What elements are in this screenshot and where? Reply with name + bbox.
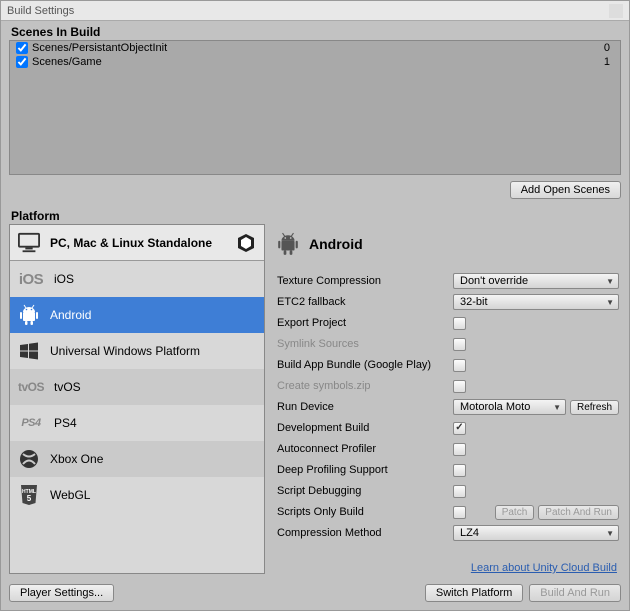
scene-row[interactable]: Scenes/PersistantObjectInit 0 [10, 41, 620, 55]
autoconnect-profiler-checkbox[interactable] [453, 443, 466, 456]
platform-item-label: iOS [54, 272, 256, 286]
platform-item-ios[interactable]: iOS iOS [10, 261, 264, 297]
export-project-label: Export Project [277, 317, 453, 329]
scenes-in-build-label: Scenes In Build [1, 21, 629, 40]
platform-item-xboxone[interactable]: Xbox One [10, 441, 264, 477]
chevron-down-icon: ▼ [606, 529, 614, 538]
build-and-run-button: Build And Run [529, 584, 621, 602]
platform-item-android[interactable]: Android [10, 297, 264, 333]
platform-item-label: tvOS [54, 380, 256, 394]
window-title: Build Settings [7, 5, 74, 17]
tvos-icon: tvOS [18, 380, 44, 394]
platform-label: Platform [1, 205, 629, 224]
scene-path: Scenes/PersistantObjectInit [32, 42, 604, 54]
add-open-scenes-button[interactable]: Add Open Scenes [510, 181, 621, 199]
build-app-bundle-checkbox[interactable] [453, 359, 466, 372]
etc2-fallback-dropdown[interactable]: 32-bit▼ [453, 294, 619, 310]
scene-index: 1 [604, 56, 616, 68]
autoconnect-profiler-label: Autoconnect Profiler [277, 443, 453, 455]
scripts-only-build-checkbox[interactable] [453, 506, 466, 519]
scene-row[interactable]: Scenes/Game 1 [10, 55, 620, 69]
footer: Player Settings... Switch Platform Build… [1, 578, 629, 610]
scene-checkbox[interactable] [16, 56, 28, 68]
scene-checkbox[interactable] [16, 42, 28, 54]
development-build-label: Development Build [277, 422, 453, 434]
platform-item-ps4[interactable]: PS4 PS4 [10, 405, 264, 441]
chevron-down-icon: ▼ [553, 403, 561, 412]
script-debugging-label: Script Debugging [277, 485, 453, 497]
platform-list: PC, Mac & Linux Standalone iOS iOS Andro… [9, 224, 265, 574]
refresh-button[interactable]: Refresh [570, 400, 619, 415]
scripts-only-build-label: Scripts Only Build [277, 506, 453, 518]
platform-details: Android Texture Compression Don't overri… [271, 224, 621, 574]
symlink-sources-checkbox [453, 338, 466, 351]
platform-item-label: Xbox One [50, 452, 256, 466]
html5-icon: HTML5 [18, 484, 40, 506]
windows-icon [18, 340, 40, 362]
platform-item-label: WebGL [50, 488, 256, 502]
chevron-down-icon: ▼ [606, 277, 614, 286]
patch-and-run-button: Patch And Run [538, 505, 619, 520]
deep-profiling-checkbox[interactable] [453, 464, 466, 477]
learn-cloud-build-link[interactable]: Learn about Unity Cloud Build [277, 560, 619, 574]
switch-platform-button[interactable]: Switch Platform [425, 584, 523, 602]
close-icon[interactable] [609, 4, 623, 18]
symlink-sources-label: Symlink Sources [277, 338, 453, 350]
compression-method-dropdown[interactable]: LZ4▼ [453, 525, 619, 541]
texture-compression-label: Texture Compression [277, 275, 453, 287]
build-app-bundle-label: Build App Bundle (Google Play) [277, 359, 453, 371]
export-project-checkbox[interactable] [453, 317, 466, 330]
player-settings-button[interactable]: Player Settings... [9, 584, 114, 602]
scene-path: Scenes/Game [32, 56, 604, 68]
svg-text:5: 5 [27, 494, 32, 503]
ios-icon: iOS [18, 271, 44, 288]
platform-item-label: PC, Mac & Linux Standalone [50, 236, 226, 250]
create-symbols-checkbox [453, 380, 466, 393]
scenes-list: Scenes/PersistantObjectInit 0 Scenes/Gam… [9, 40, 621, 175]
create-symbols-label: Create symbols.zip [277, 380, 453, 392]
android-icon [18, 304, 40, 326]
platform-item-label: Android [50, 308, 256, 322]
unity-icon [236, 233, 256, 253]
scene-index: 0 [604, 42, 616, 54]
details-header: Android [309, 236, 363, 252]
xbox-icon [18, 448, 40, 470]
platform-item-label: Universal Windows Platform [50, 344, 256, 358]
texture-compression-dropdown[interactable]: Don't override▼ [453, 273, 619, 289]
deep-profiling-label: Deep Profiling Support [277, 464, 453, 476]
monitor-icon [18, 232, 40, 254]
etc2-fallback-label: ETC2 fallback [277, 296, 453, 308]
compression-method-label: Compression Method [277, 527, 453, 539]
run-device-label: Run Device [277, 401, 453, 413]
chevron-down-icon: ▼ [606, 298, 614, 307]
platform-item-label: PS4 [54, 416, 256, 430]
patch-button: Patch [495, 505, 535, 520]
titlebar: Build Settings [1, 1, 629, 21]
platform-item-tvos[interactable]: tvOS tvOS [10, 369, 264, 405]
platform-item-webgl[interactable]: HTML5 WebGL [10, 477, 264, 513]
build-settings-window: Build Settings Scenes In Build Scenes/Pe… [0, 0, 630, 611]
development-build-checkbox[interactable] [453, 422, 466, 435]
platform-item-standalone[interactable]: PC, Mac & Linux Standalone [10, 225, 264, 261]
run-device-dropdown[interactable]: Motorola Moto▼ [453, 399, 566, 415]
platform-item-uwp[interactable]: Universal Windows Platform [10, 333, 264, 369]
ps4-icon: PS4 [18, 417, 44, 429]
android-icon [277, 232, 299, 256]
script-debugging-checkbox[interactable] [453, 485, 466, 498]
